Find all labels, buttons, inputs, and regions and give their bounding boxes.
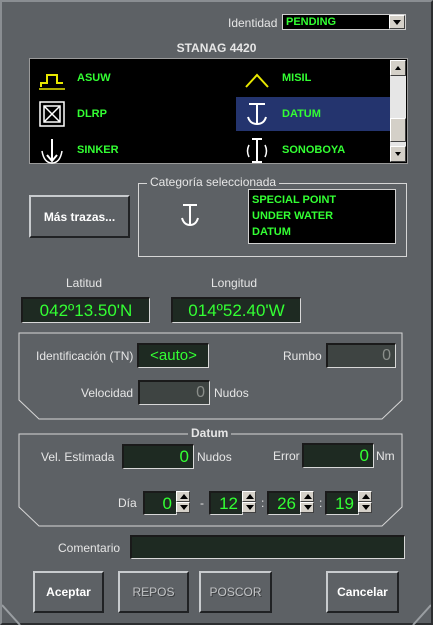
- dlrp-icon: [39, 101, 65, 127]
- poscor-button[interactable]: POSCOR: [199, 571, 272, 613]
- poscor-label: POSCOR: [209, 585, 262, 599]
- time-separator: :: [261, 496, 265, 510]
- vel-estimada-label: Vel. Estimada: [41, 450, 115, 464]
- identificacion-field[interactable]: <auto>: [137, 343, 209, 368]
- symbol-list[interactable]: ASUW MISIL DLRP DATUM SINKER SONOBOYA: [29, 58, 408, 164]
- vel-estimada-field[interactable]: 0: [122, 444, 194, 469]
- cancelar-button[interactable]: Cancelar: [326, 571, 399, 613]
- stepper-down-icon[interactable]: [176, 502, 190, 513]
- day-separator: -: [200, 496, 204, 510]
- repos-label: REPOS: [132, 585, 175, 599]
- latitud-field[interactable]: 042º13.50'N: [21, 297, 150, 323]
- datum-title: Datum: [188, 426, 232, 440]
- longitud-field[interactable]: 014º52.40'W: [171, 297, 301, 323]
- identificacion-label: Identificación (TN): [36, 349, 134, 363]
- categoria-line: UNDER WATER: [252, 210, 334, 222]
- day-stepper[interactable]: [176, 491, 190, 513]
- categoria-line: DATUM: [252, 226, 291, 238]
- latitud-label: Latitud: [66, 276, 103, 290]
- stepper-up-icon[interactable]: [242, 491, 256, 502]
- comentario-field[interactable]: [130, 535, 405, 559]
- datum-icon: [181, 204, 199, 227]
- rumbo-label: Rumbo: [283, 349, 322, 363]
- time-separator: :: [319, 496, 323, 510]
- list-item-label: DLRP: [77, 108, 107, 120]
- list-item-label: ASUW: [77, 72, 111, 84]
- scroll-up-button[interactable]: [390, 60, 406, 76]
- list-item-datum[interactable]: DATUM: [236, 97, 391, 131]
- stanag-title: STANAG 4420: [176, 41, 257, 55]
- identidad-select[interactable]: PENDING: [282, 14, 406, 30]
- list-item-asuw[interactable]: ASUW: [31, 61, 231, 95]
- error-field[interactable]: 0: [302, 443, 374, 468]
- error-label: Error: [273, 449, 300, 463]
- sinker-icon: [41, 139, 63, 164]
- scroll-thumb[interactable]: [390, 118, 406, 142]
- chevron-down-icon: [395, 152, 401, 156]
- comentario-label: Comentario: [58, 541, 121, 555]
- corner-bevel: [2, 604, 21, 625]
- list-item-misil[interactable]: MISIL: [236, 61, 391, 95]
- hour-field[interactable]: 12: [209, 491, 243, 515]
- velocidad-unit: Nudos: [214, 386, 249, 400]
- datum-icon: [247, 103, 267, 126]
- list-item-label: MISIL: [282, 72, 312, 84]
- stepper-up-icon[interactable]: [176, 491, 190, 502]
- chevron-down-icon[interactable]: [389, 15, 405, 29]
- minute-field[interactable]: 26: [267, 491, 301, 515]
- asuw-icon: [39, 74, 65, 90]
- day-field[interactable]: 0: [143, 491, 177, 515]
- categoria-info: SPECIAL POINT UNDER WATER DATUM: [248, 189, 396, 244]
- stepper-down-icon[interactable]: [358, 502, 372, 513]
- velocidad-field[interactable]: 0: [138, 380, 210, 405]
- rumbo-field[interactable]: 0: [326, 343, 396, 368]
- stepper-down-icon[interactable]: [300, 502, 314, 513]
- error-unit: Nm: [376, 449, 395, 463]
- repos-button[interactable]: REPOS: [118, 571, 189, 613]
- minute-stepper[interactable]: [300, 491, 314, 513]
- list-item-label: SINKER: [77, 144, 119, 156]
- mas-trazas-button[interactable]: Más trazas...: [29, 195, 130, 238]
- hour-stepper[interactable]: [242, 491, 256, 513]
- corner-bevel: [412, 604, 431, 625]
- velocidad-label: Velocidad: [81, 386, 134, 400]
- list-item-sonoboya[interactable]: SONOBOYA: [236, 133, 391, 167]
- identity-dialog: Identidad PENDING STANAG 4420 ASUW MISIL: [0, 0, 433, 625]
- categoria-line: SPECIAL POINT: [252, 194, 337, 206]
- list-scrollbar[interactable]: [390, 60, 406, 162]
- stepper-up-icon[interactable]: [300, 491, 314, 502]
- longitud-label: Longitud: [211, 276, 258, 290]
- second-stepper[interactable]: [358, 491, 372, 513]
- list-item-dlrp[interactable]: DLRP: [31, 97, 231, 131]
- list-item-label: SONOBOYA: [282, 144, 346, 156]
- aceptar-button[interactable]: Aceptar: [33, 571, 104, 613]
- list-item-sinker[interactable]: SINKER: [31, 133, 231, 167]
- cancelar-label: Cancelar: [337, 585, 388, 599]
- scroll-down-button[interactable]: [390, 146, 406, 162]
- chevron-up-icon: [395, 66, 401, 70]
- stepper-up-icon[interactable]: [358, 491, 372, 502]
- aceptar-label: Aceptar: [46, 585, 91, 599]
- misil-icon: [245, 73, 269, 88]
- vel-estimada-unit: Nudos: [197, 450, 232, 464]
- mas-trazas-label: Más trazas...: [43, 209, 116, 224]
- dia-label: Día: [118, 496, 137, 510]
- stepper-down-icon[interactable]: [242, 502, 256, 513]
- categoria-title: Categoría seleccionada: [147, 175, 280, 189]
- second-field[interactable]: 19: [325, 491, 359, 515]
- sonoboya-icon: [246, 138, 268, 163]
- identidad-label: Identidad: [228, 16, 278, 30]
- identidad-value: PENDING: [286, 16, 337, 28]
- list-item-label: DATUM: [282, 108, 321, 120]
